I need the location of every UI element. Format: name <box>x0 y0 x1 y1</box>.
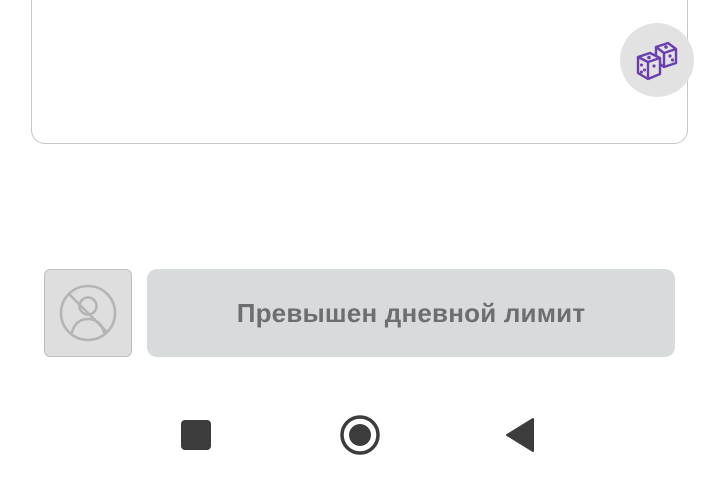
random-dice-button[interactable] <box>620 23 694 97</box>
recents-button[interactable] <box>156 395 236 475</box>
avatar-button[interactable] <box>44 269 132 357</box>
screen: Превышен дневной лимит <box>0 0 720 480</box>
system-navigation-bar <box>0 395 720 475</box>
daily-limit-button[interactable]: Превышен дневной лимит <box>147 269 675 357</box>
daily-limit-label: Превышен дневной лимит <box>236 297 586 328</box>
dice-icon <box>636 41 678 81</box>
square-icon <box>181 420 211 450</box>
no-avatar-icon <box>59 284 117 342</box>
back-button[interactable] <box>480 395 560 475</box>
triangle-back-icon <box>506 418 534 452</box>
prompt-text-area[interactable] <box>31 0 694 144</box>
home-button[interactable] <box>320 395 400 475</box>
circle-icon <box>340 415 380 455</box>
